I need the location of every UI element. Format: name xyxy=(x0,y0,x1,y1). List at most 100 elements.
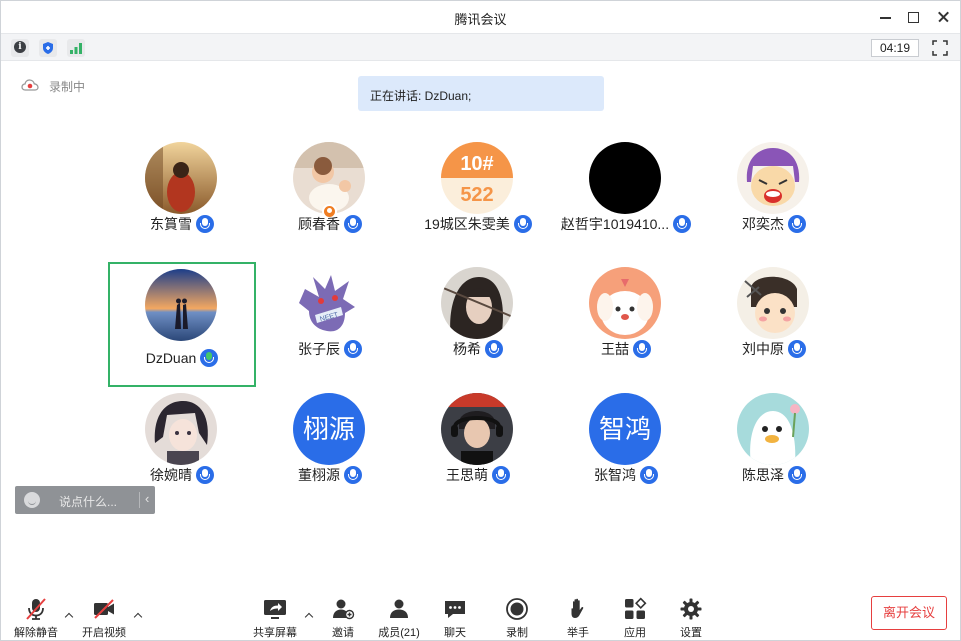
network-signal-icon[interactable] xyxy=(67,39,85,57)
participant-tile[interactable]: 赵哲宇1019410... xyxy=(552,133,700,258)
window-title: 腾讯会议 xyxy=(454,12,507,27)
mic-muted-icon xyxy=(344,466,362,484)
participant-name-row: 19城区朱雯美 xyxy=(404,214,552,234)
svg-text:522: 522 xyxy=(460,184,493,206)
participant-avatar xyxy=(441,393,513,465)
participant-tile[interactable]: 王喆 xyxy=(552,258,700,383)
share-screen-button[interactable]: 共享屏幕 xyxy=(245,597,305,641)
participant-name-row: DzDuan xyxy=(110,349,254,369)
mic-muted-icon xyxy=(492,466,510,484)
members-label: 成员(21) xyxy=(378,627,420,639)
participant-name: 徐婉晴 xyxy=(150,467,192,483)
participant-tile[interactable]: 杨希 xyxy=(404,258,552,383)
participant-avatar: 10# 522 xyxy=(441,142,513,214)
participant-tile[interactable]: 刘中原 xyxy=(700,258,848,383)
chat-button[interactable]: 聊天 xyxy=(425,597,485,641)
maximize-button[interactable] xyxy=(903,7,925,27)
participant-name-row: 赵哲宇1019410... xyxy=(552,214,700,234)
participant-avatar xyxy=(737,393,809,465)
participant-tile[interactable]: 栩源 董栩源 xyxy=(256,384,404,509)
participant-name: 董栩源 xyxy=(298,467,340,483)
leave-meeting-button[interactable]: 离开会议 xyxy=(871,596,947,630)
participant-name: DzDuan xyxy=(145,350,197,366)
participant-name: 赵哲宇1019410... xyxy=(560,216,670,232)
invite-label: 邀请 xyxy=(332,627,354,639)
participant-name: 杨希 xyxy=(453,341,481,357)
share-screen-label: 共享屏幕 xyxy=(253,627,297,639)
participant-tile[interactable]: 智鸿 张智鸿 xyxy=(552,384,700,509)
start-video-button[interactable]: 开启视频 xyxy=(74,597,134,641)
mic-muted-icon xyxy=(640,466,658,484)
title-bar: 腾讯会议 xyxy=(1,1,960,33)
chat-label: 聊天 xyxy=(444,627,466,639)
collapse-chat-icon[interactable]: ‹ xyxy=(145,491,149,506)
participant-tile[interactable]: 10# 522 19城区朱雯美 xyxy=(404,133,552,258)
participant-name-row: 王喆 xyxy=(552,339,700,359)
minimize-button[interactable] xyxy=(875,7,897,27)
participant-name-row: 刘中原 xyxy=(700,339,848,359)
participant-avatar xyxy=(145,142,217,214)
chat-placeholder[interactable]: 说点什么... xyxy=(59,493,117,510)
participant-avatar xyxy=(145,393,217,465)
raise-hand-button[interactable]: 举手 xyxy=(548,597,608,641)
mic-muted-icon xyxy=(485,340,503,358)
fullscreen-icon[interactable] xyxy=(931,39,949,57)
participant-name-row: 董栩源 xyxy=(256,465,404,485)
mic-muted-icon xyxy=(673,215,692,233)
security-shield-icon[interactable] xyxy=(39,39,57,57)
audio-options-caret[interactable] xyxy=(64,611,74,621)
gear-icon xyxy=(680,598,702,620)
members-icon xyxy=(390,599,408,618)
record-button[interactable]: 录制 xyxy=(487,597,547,641)
settings-label: 设置 xyxy=(680,627,702,639)
video-options-caret[interactable] xyxy=(133,611,143,621)
participant-avatar xyxy=(737,142,809,214)
meeting-info-icon[interactable] xyxy=(11,39,29,57)
participant-name-row: 徐婉晴 xyxy=(108,465,256,485)
apps-button[interactable]: 应用 xyxy=(605,597,665,641)
chat-divider xyxy=(139,492,140,508)
mic-off-icon xyxy=(26,598,46,620)
recording-label: 录制中 xyxy=(49,80,86,94)
unmute-button[interactable]: 解除静音 xyxy=(6,597,66,641)
participant-tile[interactable]: 顾春香 xyxy=(256,133,404,258)
participant-name: 邓奕杰 xyxy=(742,216,784,232)
participant-tile[interactable]: NEET 张子辰 xyxy=(256,258,404,383)
participant-tile[interactable]: 东篔雪 xyxy=(108,133,256,258)
video-off-icon xyxy=(94,599,114,619)
participant-name-row: 邓奕杰 xyxy=(700,214,848,234)
invite-user-icon xyxy=(333,599,355,620)
svg-text:10#: 10# xyxy=(460,153,493,175)
settings-button[interactable]: 设置 xyxy=(661,597,721,641)
participant-tile-active[interactable]: DzDuan xyxy=(108,262,256,387)
meeting-window: 腾讯会议 04:19 录制中 正在讲话: DzDuan; xyxy=(0,0,961,641)
participant-avatar xyxy=(145,269,217,341)
participant-name: 陈思泽 xyxy=(742,467,784,483)
participant-name: 张子辰 xyxy=(298,341,340,357)
mic-muted-icon xyxy=(633,340,651,358)
members-button[interactable]: 成员(21) xyxy=(369,597,429,641)
emoji-icon[interactable] xyxy=(24,492,40,508)
mic-muted-icon xyxy=(196,466,214,484)
mic-muted-icon xyxy=(788,466,806,484)
participant-name-row: 杨希 xyxy=(404,339,552,359)
invite-button[interactable]: 邀请 xyxy=(313,597,373,641)
bottom-toolbar: 解除静音 开启视频 共享屏幕 邀请 成员(21) 聊天 录制 举手 应用 设置 xyxy=(1,589,960,641)
participant-avatar xyxy=(441,267,513,339)
chat-input-box[interactable]: 说点什么... ‹ xyxy=(15,486,155,514)
participant-avatar xyxy=(589,267,661,339)
mic-muted-icon xyxy=(196,215,214,233)
participant-avatar xyxy=(737,267,809,339)
participant-name: 19城区朱雯美 xyxy=(424,216,510,232)
participant-name: 东篔雪 xyxy=(150,216,192,232)
participant-name: 王喆 xyxy=(601,341,629,357)
participant-tile[interactable]: 王思萌 xyxy=(404,384,552,509)
unmute-label: 解除静音 xyxy=(14,627,58,639)
participant-tile[interactable]: 陈思泽 xyxy=(700,384,848,509)
participant-tile[interactable]: 邓奕杰 xyxy=(700,133,848,258)
meeting-timer: 04:19 xyxy=(871,39,919,57)
close-button[interactable] xyxy=(933,7,955,27)
participant-name: 张智鸿 xyxy=(594,467,636,483)
active-speaker-banner: 正在讲话: DzDuan; xyxy=(358,76,604,111)
chat-icon xyxy=(445,601,465,618)
